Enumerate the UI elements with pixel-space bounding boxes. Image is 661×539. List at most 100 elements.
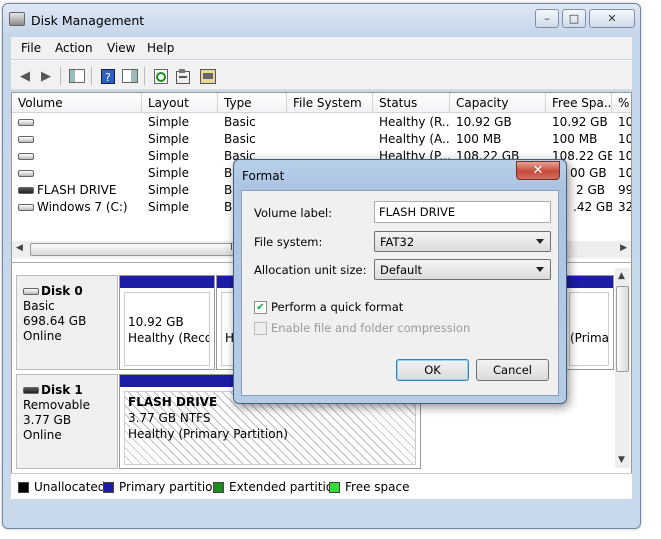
quick-format-label: Perform a quick format: [271, 300, 404, 314]
volume-capacity: 10.92 GB: [456, 115, 512, 129]
usb-drive-icon: [18, 187, 34, 194]
back-icon[interactable]: ◀: [16, 68, 34, 84]
refresh-icon[interactable]: [152, 68, 170, 84]
toolbar: ◀ ▶ ?: [11, 60, 632, 90]
toolbar-separator: [60, 67, 61, 85]
column-volume[interactable]: Volume: [12, 93, 142, 113]
vertical-scroll-thumb[interactable]: [616, 286, 629, 372]
volume-type: Basic: [224, 132, 256, 146]
partition-status: Healthy (Recov: [128, 331, 209, 345]
disk-1-header[interactable]: Disk 1 Removable 3.77 GB Online: [16, 374, 118, 469]
volume-label-input[interactable]: FLASH DRIVE: [374, 201, 551, 223]
menu-action[interactable]: Action: [55, 41, 93, 55]
disk-management-icon: [9, 12, 25, 26]
title-bar: Disk Management – □ ✕: [3, 4, 640, 34]
volume-name-text: FLASH DRIVE: [37, 183, 117, 197]
volume-layout: Simple: [148, 183, 189, 197]
volume-free: 00 GB: [570, 166, 607, 180]
drive-icon: [18, 153, 34, 160]
volume-name: [12, 131, 142, 148]
allocation-unit-size-select[interactable]: Default: [374, 259, 551, 280]
volume-row[interactable]: Simple Basic Healthy (R... 10.92 GB 10.9…: [12, 114, 631, 131]
volume-layout: Simple: [148, 132, 189, 146]
quick-format-checkbox[interactable]: ✔: [254, 300, 267, 314]
column-layout[interactable]: Layout: [142, 93, 218, 113]
minimize-button[interactable]: –: [535, 9, 559, 28]
close-window-button[interactable]: ✕: [589, 9, 635, 28]
rescan-icon[interactable]: [199, 68, 217, 84]
volume-row[interactable]: Simple Basic Healthy (A... 100 MB 100 MB…: [12, 131, 631, 148]
volume-capacity: 100 MB: [456, 132, 502, 146]
scroll-down-icon[interactable]: ▼: [618, 455, 625, 465]
disk-1-state: Online: [23, 428, 62, 442]
volume-free: 10.92 GB: [552, 115, 608, 129]
legend-swatch: [329, 481, 340, 493]
file-system-value: FAT32: [380, 235, 415, 249]
compression-label: Enable file and folder compression: [271, 321, 471, 335]
horizontal-scroll-thumb[interactable]: [30, 243, 240, 256]
column-percent-free[interactable]: % F: [612, 93, 631, 113]
column-free-space[interactable]: Free Spa...: [546, 93, 612, 113]
menu-file[interactable]: File: [21, 41, 41, 55]
window-title: Disk Management: [31, 13, 145, 28]
show-pane-icon[interactable]: [121, 68, 139, 84]
volume-free: 2 GB: [576, 183, 605, 197]
menu-bar: File Action View Help: [11, 37, 632, 59]
allocation-unit-size-label: Allocation unit size:: [254, 263, 367, 277]
disk-0-name: Disk 0: [23, 284, 117, 299]
volume-name: Windows 7 (C:): [12, 199, 142, 216]
legend: Unallocated Primary partition Extended p…: [11, 473, 632, 499]
file-system-select[interactable]: FAT32: [374, 231, 551, 252]
cancel-button[interactable]: Cancel: [476, 359, 549, 381]
partition-label: FLASH DRIVE: [128, 395, 218, 409]
disk-1-label: Disk 1: [41, 383, 83, 397]
legend-swatch: [18, 481, 29, 493]
scroll-up-icon[interactable]: ▲: [618, 271, 625, 281]
disk-1-kind: Removable: [23, 398, 91, 412]
partition-size: 3.77 GB NTFS: [128, 411, 211, 425]
disk-0-partition-recovery[interactable]: 10.92 GB Healthy (Recov: [119, 275, 215, 370]
forward-icon[interactable]: ▶: [37, 68, 55, 84]
volume-layout: Simple: [148, 166, 189, 180]
volume-percent: 100: [618, 166, 631, 180]
volume-type: Basic: [224, 115, 256, 129]
scroll-right-icon[interactable]: ▶: [620, 243, 627, 253]
column-status[interactable]: Status: [373, 93, 450, 113]
disk-0-partition-data[interactable]: (Primar: [564, 275, 614, 370]
column-file-system[interactable]: File System: [287, 93, 373, 113]
partition-size: 10.92 GB: [128, 315, 184, 329]
legend-unallocated: Unallocated: [18, 480, 105, 494]
disk-1-name: Disk 1: [23, 383, 117, 398]
menu-view[interactable]: View: [107, 41, 135, 55]
disk-map-vertical-scrollbar[interactable]: ▲ ▼: [615, 268, 630, 468]
disk-0-size: 698.64 GB: [23, 314, 87, 328]
quick-format-option[interactable]: ✔ Perform a quick format: [254, 300, 403, 314]
properties-icon[interactable]: [175, 68, 193, 84]
help-icon[interactable]: ?: [99, 68, 117, 84]
disk-icon: [23, 288, 39, 295]
compression-checkbox: [254, 321, 267, 335]
legend-primary-partition: Primary partition: [103, 480, 220, 494]
legend-free-space: Free space: [329, 480, 409, 494]
disk-0-header[interactable]: Disk 0 Basic 698.64 GB Online: [16, 275, 118, 370]
maximize-button[interactable]: □: [562, 9, 586, 28]
format-dialog-title: Format: [242, 169, 285, 183]
ok-button[interactable]: OK: [396, 359, 469, 381]
scroll-left-icon[interactable]: ◀: [16, 243, 23, 253]
format-dialog-close-button[interactable]: ✕: [516, 161, 560, 180]
volume-layout: Simple: [148, 149, 189, 163]
menu-help[interactable]: Help: [147, 41, 174, 55]
volume-list-header: Volume Layout Type File System Status Ca…: [12, 93, 631, 113]
column-type[interactable]: Type: [218, 93, 287, 113]
usb-disk-icon: [23, 387, 39, 394]
volume-status: Healthy (A...: [379, 132, 450, 146]
volume-percent: 100: [618, 115, 631, 129]
column-capacity[interactable]: Capacity: [450, 93, 546, 113]
partition-status: Healthy (Primary Partition): [128, 427, 288, 441]
volume-free: .42 GB: [573, 200, 612, 214]
console-tree-icon[interactable]: [68, 68, 86, 84]
volume-percent: 100: [618, 149, 631, 163]
volume-layout: Simple: [148, 200, 189, 214]
volume-name-text: Windows 7 (C:): [37, 200, 128, 214]
disk-0-state: Online: [23, 329, 62, 343]
